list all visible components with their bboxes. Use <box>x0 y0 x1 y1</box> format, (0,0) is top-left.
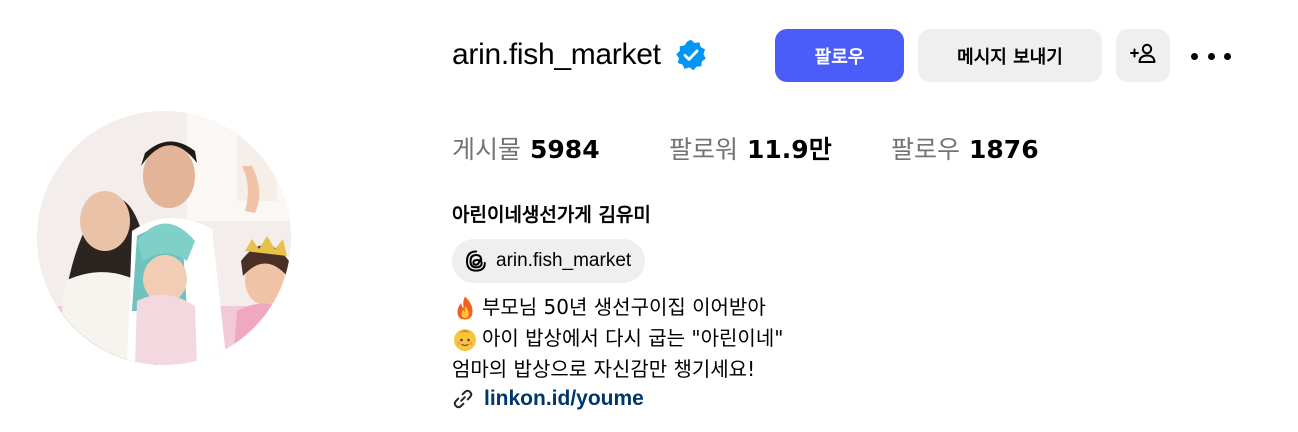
threads-handle: arin.fish_market <box>496 250 632 271</box>
baby-emoji-icon <box>452 326 478 352</box>
profile-link[interactable]: linkon.id/youme <box>452 384 644 414</box>
verified-badge-icon <box>675 39 707 71</box>
follow-button[interactable]: 팔로우 <box>775 29 904 82</box>
add-user-button[interactable] <box>1116 29 1170 82</box>
bio-text-line-1: 부모님 50년 생선구이집 이어받아 <box>482 295 766 319</box>
posts-count: 5984 <box>530 135 600 164</box>
bio-text-line-2: 아이 밥상에서 다시 굽는 "아린이네" <box>482 326 784 350</box>
link-icon <box>452 388 474 410</box>
fire-emoji-icon <box>452 295 478 321</box>
posts-stat[interactable]: 게시물 5984 <box>452 130 669 166</box>
bio-line-2: 아이 밥상에서 다시 굽는 "아린이네" <box>452 323 783 354</box>
followers-count: 11.9만 <box>747 135 832 164</box>
bio-line-1: 부모님 50년 생선구이집 이어받아 <box>452 292 783 323</box>
profile-full-name: 아린이네생선가게 김유미 <box>452 204 651 226</box>
add-user-icon <box>1129 42 1157 69</box>
threads-icon <box>464 249 488 273</box>
followers-label: 팔로워 <box>669 135 739 164</box>
profile-avatar[interactable] <box>37 111 291 365</box>
username: arin.fish_market <box>452 38 661 71</box>
more-options-icon[interactable] <box>1191 44 1231 68</box>
profile-stats: 게시물 5984 팔로워 11.9만 팔로우 1876 <box>452 130 1039 166</box>
bio-text-line-3: 엄마의 밥상으로 자신감만 챙기세요! <box>452 357 756 381</box>
send-message-button[interactable]: 메시지 보내기 <box>918 29 1102 82</box>
following-label: 팔로우 <box>891 135 961 164</box>
profile-bio: 부모님 50년 생선구이집 이어받아 아이 밥상에서 다시 굽는 "아린이네" … <box>452 292 783 385</box>
profile-link-text: linkon.id/youme <box>484 387 644 410</box>
username-row: arin.fish_market <box>452 28 707 82</box>
following-stat[interactable]: 팔로우 1876 <box>891 130 1039 166</box>
bio-line-3: 엄마의 밥상으로 자신감만 챙기세요! <box>452 354 783 385</box>
followers-stat[interactable]: 팔로워 11.9만 <box>669 130 891 166</box>
threads-badge[interactable]: arin.fish_market <box>452 239 646 283</box>
following-count: 1876 <box>969 135 1039 164</box>
posts-label: 게시물 <box>452 135 522 164</box>
